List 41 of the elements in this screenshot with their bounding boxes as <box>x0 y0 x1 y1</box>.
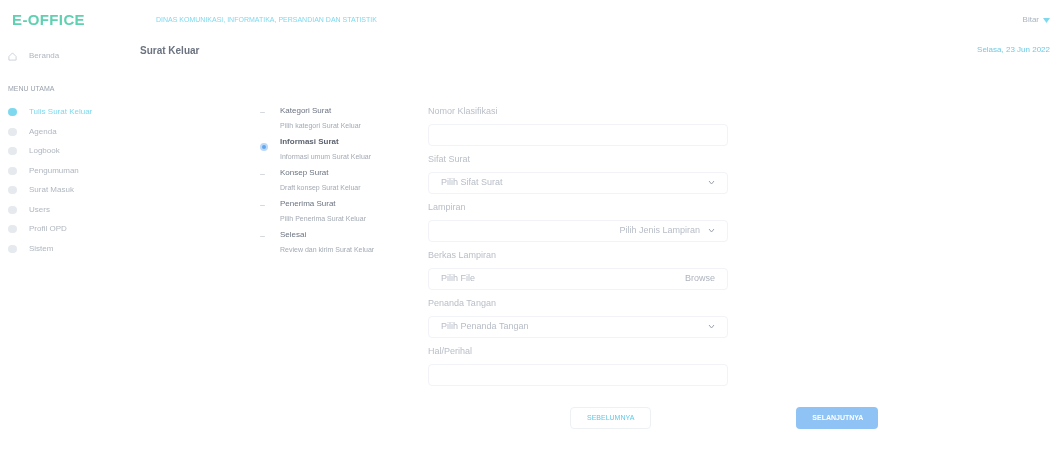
menu-icon <box>8 186 17 195</box>
menu-icon <box>8 205 17 214</box>
step-title[interactable]: Penerima Surat <box>280 198 415 210</box>
sidebar-item[interactable]: Surat Masuk <box>29 184 74 197</box>
sidebar-item[interactable]: Pengumuman <box>29 164 79 177</box>
file-field[interactable]: Pilih File Browse <box>428 267 728 290</box>
field-label: Lampiran <box>428 201 467 214</box>
field-label: Penanda Tangan <box>428 297 497 310</box>
menu-icon <box>8 147 17 156</box>
step-title[interactable]: Selesai <box>280 229 415 241</box>
chevron-down-icon <box>708 228 715 233</box>
date: Selasa, 23 Jun 2022 <box>977 44 1050 56</box>
menu-icon <box>8 225 17 234</box>
field-label: Nomor Klasifikasi <box>428 105 499 118</box>
chevron-down-icon <box>708 180 715 185</box>
chevron-down-icon <box>708 324 715 329</box>
field-label: Sifat Surat <box>428 153 472 166</box>
step-title[interactable]: Konsep Surat <box>280 167 415 179</box>
field-label: Hal/Perihal <box>428 345 474 358</box>
select-field[interactable]: Pilih Penanda Tangan <box>428 315 728 338</box>
field-label: Berkas Lampiran <box>428 249 498 262</box>
step-title[interactable]: Kategori Surat <box>280 105 415 117</box>
menu-icon <box>8 166 17 175</box>
menu-icon <box>8 108 17 117</box>
select-field[interactable]: Pilih Jenis Lampiran <box>428 219 728 242</box>
menu-icon <box>8 244 17 253</box>
sidebar-item[interactable]: Beranda <box>29 50 60 62</box>
sidebar-item[interactable]: Sistem <box>29 242 54 255</box>
sidebar-item[interactable]: Tulis Surat Keluar <box>29 106 93 119</box>
menu-icon <box>8 127 17 136</box>
sidebar-item[interactable]: Users <box>29 203 50 216</box>
page-title: Surat Keluar <box>140 43 200 58</box>
home-icon <box>8 51 17 61</box>
caret-icon <box>1043 17 1050 23</box>
user-name: Bitar <box>1022 14 1039 26</box>
sidebar-item[interactable]: Agenda <box>29 125 57 138</box>
sidebar-item[interactable]: Logbook <box>29 145 60 158</box>
sidebar-item[interactable]: Profil OPD <box>29 223 67 236</box>
logo: E-OFFICE <box>12 9 85 30</box>
select-field[interactable]: Pilih Sifat Surat <box>428 171 728 194</box>
step-title[interactable]: Informasi Surat <box>280 136 415 148</box>
